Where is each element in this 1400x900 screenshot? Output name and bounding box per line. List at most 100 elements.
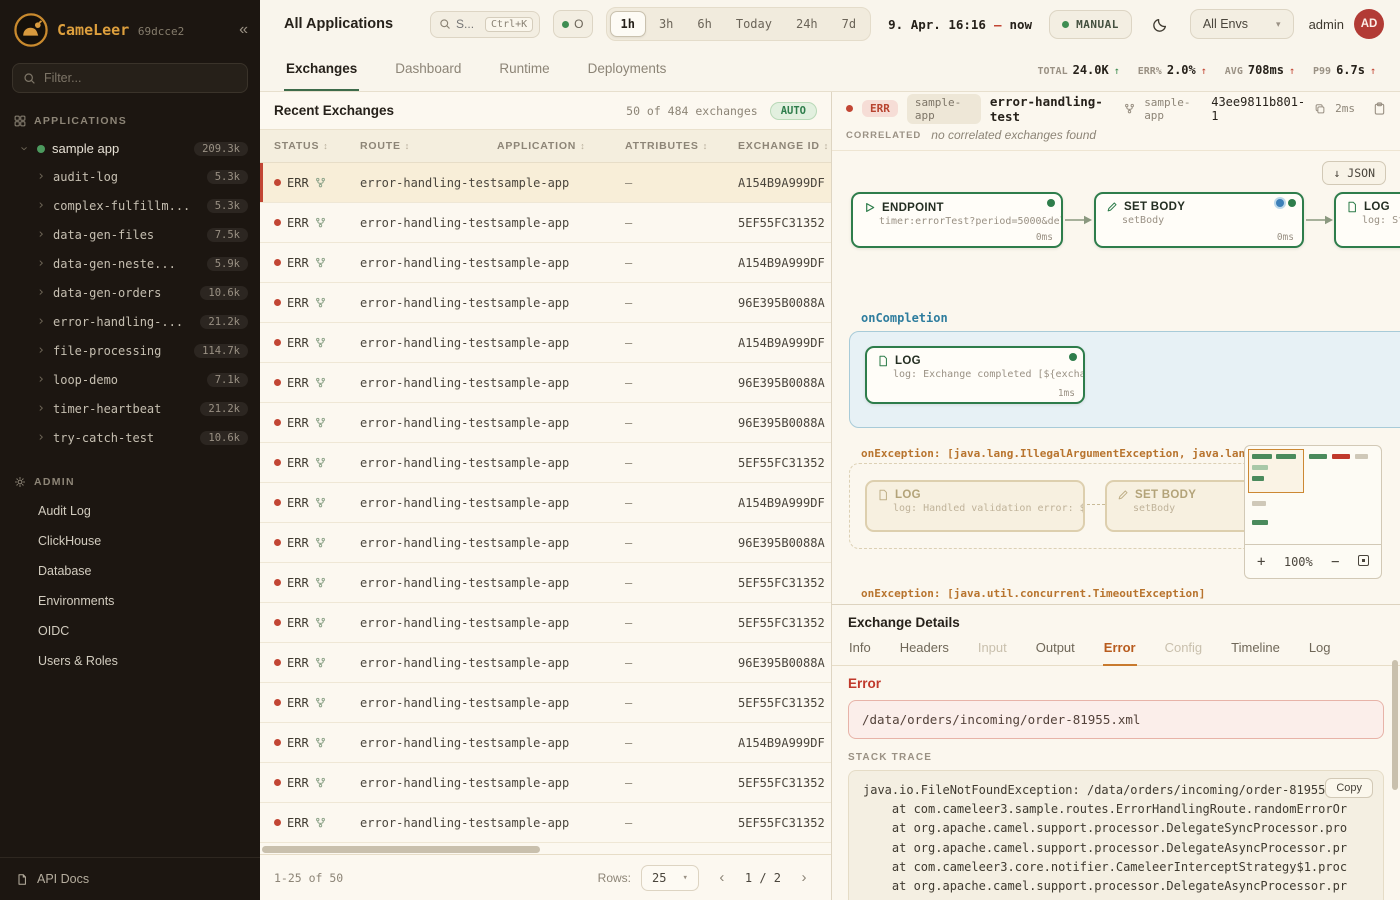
table-row[interactable]: ERRerror-handling-testsample-app—A154B9A… bbox=[260, 483, 831, 523]
minimap-view[interactable] bbox=[1244, 445, 1382, 545]
horizontal-scrollbar[interactable] bbox=[262, 846, 829, 853]
sidebar-item-database[interactable]: Database bbox=[0, 556, 260, 586]
column-header-application[interactable]: APPLICATION↕ bbox=[497, 140, 625, 152]
tab-dashboard[interactable]: Dashboard bbox=[393, 48, 463, 91]
error-dot bbox=[274, 379, 281, 386]
table-row[interactable]: ERRerror-handling-testsample-app—5EF55FC… bbox=[260, 203, 831, 243]
date-range[interactable]: 9. Apr. 16:16 — now bbox=[884, 17, 1036, 32]
error-dot bbox=[274, 779, 281, 786]
sidebar-route-item[interactable]: ›try-catch-test10.6k bbox=[0, 423, 260, 452]
table-row[interactable]: ERRerror-handling-testsample-app—96E395B… bbox=[260, 403, 831, 443]
live-toggle[interactable]: O bbox=[553, 10, 592, 38]
minimap[interactable]: + 100% − bbox=[1244, 445, 1382, 579]
table-row[interactable]: ERRerror-handling-testsample-app—A154B9A… bbox=[260, 243, 831, 283]
exchange-id[interactable]: 43ee9811b801-1 bbox=[1211, 95, 1305, 123]
avatar[interactable]: AD bbox=[1354, 9, 1384, 39]
sidebar-route-item[interactable]: ›loop-demo7.1k bbox=[0, 365, 260, 394]
status-cell: ERR bbox=[274, 456, 360, 470]
diagram-node-setbody[interactable]: SET BODY setBody 0ms bbox=[1094, 192, 1304, 248]
sidebar-route-item[interactable]: ›timer-heartbeat21.2k bbox=[0, 394, 260, 423]
rows-per-page-select[interactable]: 25 ▾ bbox=[641, 865, 699, 891]
zoom-in-button[interactable]: + bbox=[1257, 554, 1265, 570]
diagram-node-log[interactable]: LOG log: Sta bbox=[1334, 192, 1400, 248]
sidebar-item-users-roles[interactable]: Users & Roles bbox=[0, 646, 260, 676]
sidebar-item-api-docs[interactable]: API Docs bbox=[0, 857, 260, 900]
prev-page-button[interactable]: ‹ bbox=[709, 865, 735, 891]
time-range-24h[interactable]: 24h bbox=[785, 11, 829, 37]
table-row[interactable]: ERRerror-handling-testsample-app—A154B9A… bbox=[260, 163, 831, 203]
diagram-node-completion-log[interactable]: LOG log: Exchange completed [${exchan 1m… bbox=[865, 346, 1085, 404]
clipboard-icon[interactable] bbox=[1373, 102, 1386, 115]
filter-input[interactable] bbox=[44, 71, 237, 85]
details-tab-log[interactable]: Log bbox=[1308, 637, 1332, 666]
details-tab-timeline[interactable]: Timeline bbox=[1230, 637, 1281, 666]
table-row[interactable]: ERRerror-handling-testsample-app—96E395B… bbox=[260, 523, 831, 563]
diagram-node-endpoint[interactable]: ENDPOINT timer:errorTest?period=5000&del… bbox=[851, 192, 1063, 248]
sidebar-route-item[interactable]: ›data-gen-files7.5k bbox=[0, 220, 260, 249]
time-range-3h[interactable]: 3h bbox=[648, 11, 684, 37]
on-completion-container[interactable]: LOG log: Exchange completed [${exchan 1m… bbox=[849, 331, 1400, 428]
details-tab-headers[interactable]: Headers bbox=[899, 637, 950, 666]
table-row[interactable]: ERRerror-handling-testsample-app—A154B9A… bbox=[260, 723, 831, 763]
copy-icon[interactable] bbox=[1314, 103, 1326, 115]
column-header-exchange-id[interactable]: EXCHANGE ID↕ bbox=[738, 140, 831, 152]
range-start: 9. Apr. 16:16 bbox=[888, 17, 986, 32]
manual-label: MANUAL bbox=[1076, 18, 1119, 31]
time-range-today[interactable]: Today bbox=[725, 11, 783, 37]
time-range-6h[interactable]: 6h bbox=[686, 11, 722, 37]
scrollbar-thumb[interactable] bbox=[262, 846, 540, 853]
copy-button[interactable]: Copy bbox=[1325, 778, 1373, 798]
manual-refresh-button[interactable]: MANUAL bbox=[1049, 10, 1132, 39]
table-row[interactable]: ERRerror-handling-testsample-app—5EF55FC… bbox=[260, 563, 831, 603]
download-json-button[interactable]: ↓ JSON bbox=[1322, 161, 1386, 185]
tab-runtime[interactable]: Runtime bbox=[497, 48, 551, 91]
zoom-out-button[interactable]: − bbox=[1331, 554, 1339, 570]
diagram-node-exception-log[interactable]: LOG log: Handled validation error: ${exc… bbox=[865, 480, 1085, 532]
column-header-route[interactable]: ROUTE↕ bbox=[360, 140, 497, 152]
sidebar-item-audit-log[interactable]: Audit Log bbox=[0, 496, 260, 526]
search-input[interactable] bbox=[456, 17, 480, 31]
sidebar-route-item[interactable]: ›file-processing114.7k bbox=[0, 336, 260, 365]
column-header-attributes[interactable]: ATTRIBUTES↕ bbox=[625, 140, 738, 152]
table-row[interactable]: ERRerror-handling-testsample-app—A154B9A… bbox=[260, 323, 831, 363]
env-selector[interactable]: All Envs ▾ bbox=[1190, 9, 1294, 39]
sidebar-item-environments[interactable]: Environments bbox=[0, 586, 260, 616]
details-tab-error[interactable]: Error bbox=[1103, 637, 1137, 666]
sidebar-route-item[interactable]: ›audit-log5.3k bbox=[0, 162, 260, 191]
details-tab-info[interactable]: Info bbox=[848, 637, 872, 666]
status-text: ERR bbox=[287, 576, 309, 590]
route-diagram-canvas[interactable]: ↓ JSON ENDPOINT timer:errorTest?period=5… bbox=[832, 151, 1400, 604]
stack-trace-block[interactable]: Copy java.io.FileNotFoundException: /dat… bbox=[848, 770, 1384, 900]
column-header-status[interactable]: STATUS↕ bbox=[274, 140, 360, 152]
global-search[interactable]: Ctrl+K bbox=[430, 11, 540, 38]
time-range-1h[interactable]: 1h bbox=[610, 11, 646, 37]
next-page-button[interactable]: › bbox=[791, 865, 817, 891]
sidebar-route-item[interactable]: ›data-gen-orders10.6k bbox=[0, 278, 260, 307]
diagram-node-exception-setbody[interactable]: SET BODY setBody bbox=[1105, 480, 1255, 532]
table-row[interactable]: ERRerror-handling-testsample-app—5EF55FC… bbox=[260, 443, 831, 483]
fit-view-button[interactable] bbox=[1358, 554, 1369, 570]
vertical-scrollbar[interactable] bbox=[1392, 660, 1398, 892]
time-range-7d[interactable]: 7d bbox=[831, 11, 867, 37]
details-tab-output[interactable]: Output bbox=[1035, 637, 1076, 666]
tab-exchanges[interactable]: Exchanges bbox=[284, 48, 359, 91]
auto-refresh-badge[interactable]: AUTO bbox=[770, 102, 817, 120]
table-row[interactable]: ERRerror-handling-testsample-app—5EF55FC… bbox=[260, 763, 831, 803]
table-row[interactable]: ERRerror-handling-testsample-app—96E395B… bbox=[260, 643, 831, 683]
scrollbar-thumb[interactable] bbox=[1392, 660, 1398, 790]
route-name[interactable]: error-handling-test bbox=[990, 94, 1115, 124]
table-row[interactable]: ERRerror-handling-testsample-app—5EF55FC… bbox=[260, 803, 831, 843]
table-row[interactable]: ERRerror-handling-testsample-app—96E395B… bbox=[260, 283, 831, 323]
tab-deployments[interactable]: Deployments bbox=[586, 48, 669, 91]
sidebar-route-item[interactable]: ›complex-fulfillm...5.3k bbox=[0, 191, 260, 220]
table-row[interactable]: ERRerror-handling-testsample-app—96E395B… bbox=[260, 363, 831, 403]
table-row[interactable]: ERRerror-handling-testsample-app—5EF55FC… bbox=[260, 683, 831, 723]
table-row[interactable]: ERRerror-handling-testsample-app—5EF55FC… bbox=[260, 603, 831, 643]
dark-mode-toggle[interactable] bbox=[1145, 8, 1177, 40]
sidebar-route-item[interactable]: ›data-gen-neste...5.9k bbox=[0, 249, 260, 278]
sidebar-item-oidc[interactable]: OIDC bbox=[0, 616, 260, 646]
sidebar-collapse-button[interactable]: « bbox=[239, 22, 248, 38]
sidebar-item-sample-app[interactable]: › sample app 209.3k bbox=[0, 135, 260, 162]
sidebar-item-clickhouse[interactable]: ClickHouse bbox=[0, 526, 260, 556]
sidebar-route-item[interactable]: ›error-handling-...21.2k bbox=[0, 307, 260, 336]
